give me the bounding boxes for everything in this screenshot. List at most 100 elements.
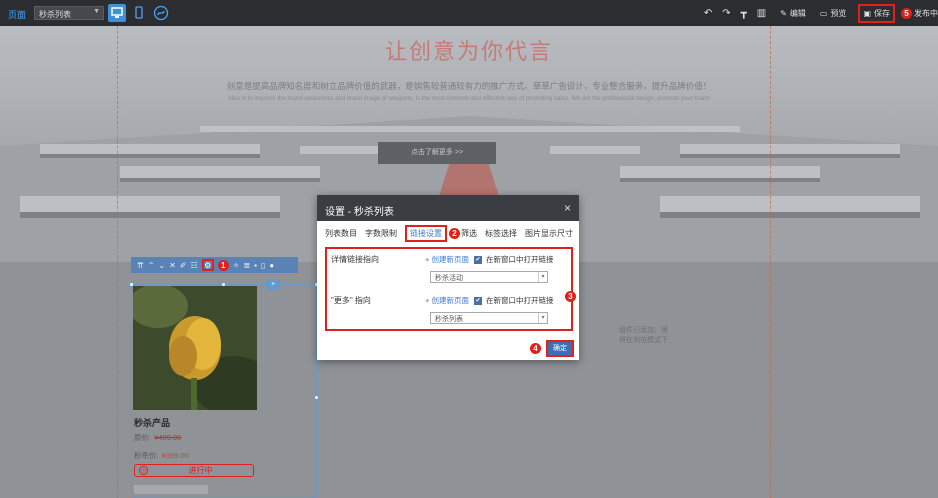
save-icon: ▣ <box>863 8 871 18</box>
save-button[interactable]: ▣ 保存 <box>858 3 895 23</box>
help-icon[interactable]: ● <box>269 261 274 270</box>
page-select[interactable]: 秒杀列表 ▼ <box>34 6 104 20</box>
monitor-icon: ▭ <box>819 8 828 18</box>
original-price-value: ¥499.00 <box>154 433 182 442</box>
confirm-button[interactable]: 确定 <box>546 340 574 357</box>
miniprogram-view-button[interactable] <box>152 4 170 22</box>
monitor-icon <box>111 7 123 18</box>
step-badge: 4 <box>530 343 541 354</box>
tab-link-settings[interactable]: 链接设置 <box>405 224 447 242</box>
more-link-select-value: 秒杀列表 <box>435 316 463 323</box>
component-hint-text: 组件已添加，很 将在浏览模式下 <box>619 326 668 346</box>
step-badge: 5 <box>901 7 912 19</box>
move-top-icon[interactable]: ⇈ <box>137 261 144 270</box>
tab-list-count[interactable]: 列表数目 <box>325 228 357 239</box>
undo-icon[interactable]: ↶ <box>704 8 712 19</box>
tab-word-limit[interactable]: 字数限制 <box>365 228 397 239</box>
detail-create-page[interactable]: + 创建新页面 ✔ 在新窗口中打开链接 <box>425 254 553 265</box>
align-icon[interactable]: ┳ <box>741 8 747 19</box>
desktop-view-button[interactable] <box>108 4 126 22</box>
chevron-down-icon: ▾ <box>538 272 547 282</box>
delete-icon[interactable]: ✕ <box>169 261 176 270</box>
publish-button[interactable]: 5 发布中 <box>901 7 938 19</box>
brush-icon[interactable]: ✐ <box>180 261 187 270</box>
original-price-label: 原价: <box>134 433 152 442</box>
preview-button[interactable]: ▭ 预览 <box>820 8 847 19</box>
copy-icon[interactable]: ▯ <box>261 261 265 270</box>
hint-line-2: 将在浏览模式下 <box>619 337 668 344</box>
hero-title: 让创意为你代言 <box>384 39 553 64</box>
phone-icon <box>135 6 143 19</box>
settings-gear-button[interactable]: ⚙ <box>201 259 214 271</box>
learn-more-button[interactable]: 点击了解更多 >> <box>378 142 496 164</box>
resize-handle[interactable] <box>314 395 319 400</box>
guide-line-left <box>117 26 118 498</box>
lock-icon[interactable]: ▪ <box>254 261 257 270</box>
page-select-value: 秒杀列表 <box>39 10 71 19</box>
open-new-window-label: 在新窗口中打开链接 <box>485 255 554 264</box>
create-page-link[interactable]: + 创建新页面 <box>425 295 469 306</box>
clock-icon: ◷ <box>139 466 148 475</box>
dialog-tabs: 列表数目 字数限制 链接设置 2 筛选 标签选择 图片显示尺寸 <box>317 221 579 245</box>
page-label: 页面 <box>8 10 27 20</box>
settings-dialog: 设置 - 秒杀列表 × 列表数目 字数限制 链接设置 2 筛选 标签选择 图片显… <box>317 195 579 360</box>
guide-line-right <box>770 26 771 498</box>
add-component-tab[interactable]: + <box>266 280 280 290</box>
layout-icon[interactable]: ☷ <box>191 261 198 270</box>
sale-price-value: ¥399.00 <box>161 451 189 460</box>
dialog-title: 设置 - 秒杀列表 <box>325 207 394 218</box>
detail-link-label: 详情链接指向 <box>331 255 379 264</box>
preview-label: 预览 <box>830 8 847 18</box>
checkbox-icon[interactable]: ✔ <box>473 255 482 264</box>
tab-link-settings-wrap: 链接设置 2 筛选 <box>405 224 477 242</box>
step-badge: 2 <box>449 227 460 239</box>
checkbox-icon[interactable]: ✔ <box>473 296 482 305</box>
detail-link-select[interactable]: 秒杀活动 ▾ <box>430 271 548 283</box>
detail-link-select-value: 秒杀活动 <box>435 275 463 282</box>
tab-filter[interactable]: 筛选 <box>461 228 477 239</box>
magic-icon[interactable]: ✧ <box>233 261 240 270</box>
publish-label: 发布中 <box>914 8 938 18</box>
original-price: 原价: ¥499.00 <box>134 432 181 443</box>
create-page-link[interactable]: + 创建新页面 <box>425 254 469 265</box>
tab-tag-select[interactable]: 标签选择 <box>485 228 517 239</box>
open-new-window-label: 在新窗口中打开链接 <box>485 296 554 305</box>
status-label: 进行中 <box>188 466 213 475</box>
status-button[interactable]: ◷ 进行中 <box>134 464 254 477</box>
product-name: 秒杀产品 <box>134 418 171 428</box>
link-settings-panel: 详情链接指向 + 创建新页面 ✔ 在新窗口中打开链接 秒杀活动 ▾ "更多" 指… <box>325 247 573 331</box>
close-icon[interactable]: × <box>564 201 571 215</box>
mobile-view-button[interactable] <box>132 4 146 22</box>
layout-icon[interactable]: ▥ <box>757 8 766 19</box>
tulip-photo <box>133 286 257 410</box>
move-down-icon[interactable]: ⌄ <box>158 261 165 270</box>
sale-price-label: 秒杀价: <box>134 451 159 460</box>
chevron-down-icon: ▾ <box>538 313 547 323</box>
top-toolbar: 页面 秒杀列表 ▼ ↶ ↷ ┳ ▥ ✎ 编辑 ▭ 预览 ▣ 保存 5 发布中 <box>0 0 938 26</box>
dialog-header: 设置 - 秒杀列表 × <box>317 195 579 221</box>
sale-price: 秒杀价: ¥399.00 <box>134 450 189 461</box>
save-label: 保存 <box>874 8 890 18</box>
edit-label: 编辑 <box>789 8 806 18</box>
tab-image-size[interactable]: 图片显示尺寸 <box>525 228 573 239</box>
redo-icon[interactable]: ↷ <box>722 8 730 19</box>
move-up-icon[interactable]: ⌃ <box>148 261 155 270</box>
hint-line-1: 组件已添加，很 <box>619 327 668 334</box>
chevron-down-icon: ▼ <box>93 8 100 15</box>
more-create-page[interactable]: + 创建新页面 ✔ 在新窗口中打开链接 <box>425 295 553 306</box>
more-link-label: "更多" 指向 <box>331 296 371 305</box>
gear-icon: ⚙ <box>204 260 212 270</box>
more-link-select[interactable]: 秒杀列表 ▾ <box>430 312 548 324</box>
hero-subtitle-english: Idea is to improve the brand awareness a… <box>228 96 710 102</box>
edit-button[interactable]: ✎ 编辑 <box>780 8 806 19</box>
miniprogram-icon <box>153 5 169 21</box>
hero-subtitle: 创意是提高品牌知名度和树立品牌价值的武器，是销售较普通较有力的推广方式。草草广告… <box>226 81 712 91</box>
progress-bar <box>134 485 208 494</box>
toolbar-right: ↶ ↷ ┳ ▥ ✎ 编辑 ▭ 预览 ▣ 保存 5 发布中 <box>694 0 938 26</box>
product-image[interactable] <box>133 286 257 410</box>
step-badge: 3 <box>565 291 576 302</box>
component-control-bar: ⇈ ⌃ ⌄ ✕ ✐ ☷ ⚙ 1 ✧ ≣ ▪ ▯ ● <box>131 257 298 273</box>
step-badge: 1 <box>217 259 229 271</box>
edit-icon: ✎ <box>780 8 787 18</box>
list-icon[interactable]: ≣ <box>243 261 250 270</box>
